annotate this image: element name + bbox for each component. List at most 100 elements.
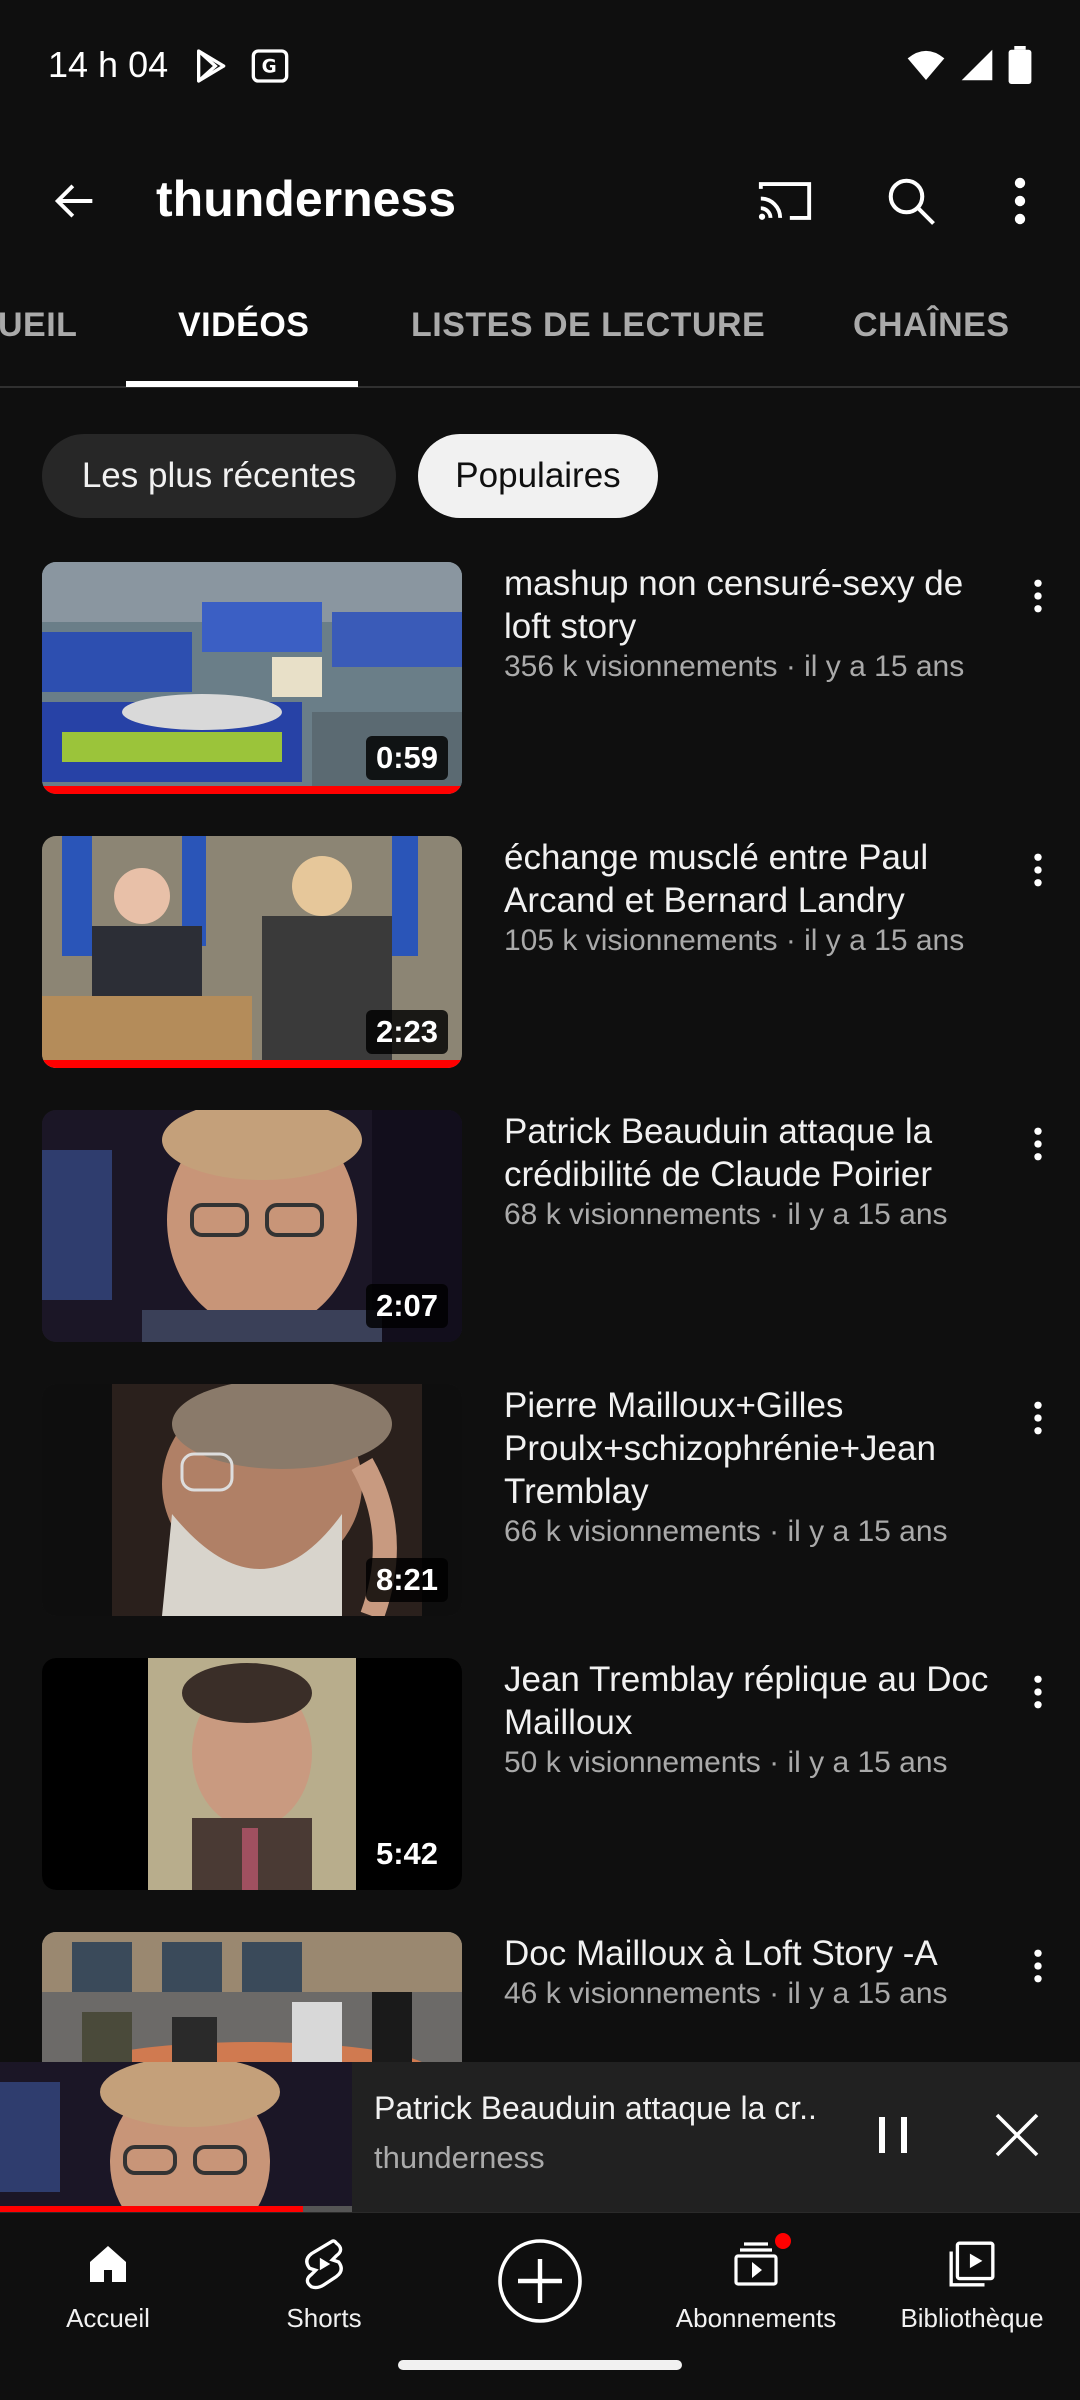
svg-text:G: G — [262, 57, 277, 78]
video-thumbnail[interactable]: 2:07 — [42, 1110, 462, 1342]
video-meta: 356 k visionnements · il y a 15 ans — [504, 650, 965, 683]
mini-player[interactable]: Patrick Beauduin attaque la cr.. thunder… — [0, 2062, 1080, 2212]
status-time: 14 h 04 — [48, 44, 169, 85]
nav-label-library: Bibliothèque — [900, 2303, 1044, 2333]
shorts-icon — [305, 2239, 343, 2290]
video-menu-button[interactable] — [1010, 1114, 1066, 1174]
nav-icon-wrapper — [496, 2231, 584, 2331]
video-menu-button[interactable] — [1010, 1936, 1066, 1996]
video-title[interactable]: Jean Tremblay réplique au Doc Mailloux — [504, 1658, 1004, 1744]
back-button[interactable] — [40, 166, 110, 236]
video-duration: 8:21 — [365, 1558, 448, 1602]
gesture-home-indicator[interactable] — [398, 2360, 682, 2370]
video-thumbnail[interactable]: 8:21 — [42, 1384, 462, 1616]
video-list-item[interactable]: 2:23 échange musclé entre Paul Arcand et… — [0, 836, 1080, 1076]
video-list-item[interactable]: 8:21 Pierre Mailloux+Gilles Proulx+schiz… — [0, 1384, 1080, 1624]
status-notification-icons: G — [192, 46, 290, 86]
video-menu-button[interactable] — [1010, 1388, 1066, 1448]
status-system-icons — [906, 46, 1032, 84]
status-bar: 14 h 04 G — [0, 0, 1080, 140]
video-duration: 5:42 — [365, 1832, 448, 1876]
library-icon — [949, 2241, 995, 2287]
nav-item-create[interactable] — [440, 2231, 640, 2351]
nav-label-subscriptions: Abonnements — [675, 2303, 837, 2333]
page-title: thunderness — [156, 171, 457, 227]
vertical-dots-icon — [1034, 1401, 1042, 1435]
cast-icon — [758, 182, 812, 220]
video-title[interactable]: échange musclé entre Paul Arcand et Bern… — [504, 836, 1004, 922]
arrow-left-icon — [54, 184, 93, 218]
video-thumbnail[interactable]: 2:23 — [42, 836, 462, 1068]
nav-item-home[interactable]: Accueil — [8, 2231, 208, 2351]
battery-icon — [1008, 46, 1032, 84]
mini-player-close-button[interactable] — [984, 2102, 1050, 2168]
search-icon — [888, 178, 935, 225]
filter-chip-recent[interactable]: Les plus récentes — [42, 434, 396, 518]
nav-icon-wrapper — [84, 2231, 132, 2297]
video-title[interactable]: mashup non censuré-sexy de loft story — [504, 562, 1004, 648]
video-menu-button[interactable] — [1010, 1662, 1066, 1722]
tab-accueil[interactable]: UEIL — [0, 306, 77, 345]
vertical-dots-icon — [1034, 1127, 1042, 1161]
tab-playlists[interactable]: LISTES DE LECTURE — [411, 306, 765, 345]
filter-chip-popular[interactable]: Populaires — [418, 434, 658, 518]
app-bar: thunderness — [0, 140, 1080, 260]
video-meta: 46 k visionnements · il y a 15 ans — [504, 1977, 948, 2010]
tab-videos[interactable]: VIDÉOS — [178, 306, 309, 345]
bottom-navigation: Accueil Shorts Abonnements Bibliothèque — [0, 2212, 1080, 2400]
video-meta: 68 k visionnements · il y a 15 ans — [504, 1198, 948, 1231]
video-title[interactable]: Patrick Beauduin attaque la crédibilité … — [504, 1110, 1004, 1196]
nav-item-shorts[interactable]: Shorts — [224, 2231, 424, 2351]
notification-badge — [773, 2231, 793, 2251]
vertical-dots-icon — [1034, 853, 1042, 887]
video-meta: 50 k visionnements · il y a 15 ans — [504, 1746, 948, 1779]
mini-player-image — [0, 2062, 352, 2212]
active-tab-indicator — [126, 381, 358, 387]
wifi-icon — [907, 50, 945, 80]
signal-icon — [961, 49, 993, 81]
video-list-item[interactable]: 5:42 Jean Tremblay réplique au Doc Maill… — [0, 1658, 1080, 1898]
nav-icon-wrapper — [947, 2231, 997, 2297]
nav-label-shorts: Shorts — [286, 2303, 362, 2333]
mini-player-pause-button[interactable] — [862, 2104, 924, 2166]
vertical-dots-icon — [1034, 1675, 1042, 1709]
channel-tabs: UEIL VIDÉOS LISTES DE LECTURE CHAÎNES — [0, 272, 1080, 388]
nav-item-library[interactable]: Bibliothèque — [872, 2231, 1072, 2351]
video-title[interactable]: Pierre Mailloux+Gilles Proulx+schizophré… — [504, 1384, 1004, 1513]
more-options-button[interactable] — [990, 166, 1050, 236]
nav-icon-wrapper — [731, 2231, 793, 2297]
home-icon — [90, 2246, 126, 2282]
video-list-item[interactable]: 2:07 Patrick Beauduin attaque la crédibi… — [0, 1110, 1080, 1350]
search-button[interactable] — [876, 166, 946, 236]
mini-player-title[interactable]: Patrick Beauduin attaque la cr.. — [374, 2090, 824, 2127]
mini-player-thumbnail[interactable] — [0, 2062, 352, 2212]
video-list-item[interactable]: 0:59 mashup non censuré-sexy de loft sto… — [0, 562, 1080, 802]
nav-item-subscriptions[interactable]: Abonnements — [656, 2231, 856, 2351]
video-duration: 0:59 — [365, 736, 448, 780]
vertical-dots-icon — [1014, 177, 1026, 225]
vertical-dots-icon — [1034, 1949, 1042, 1983]
video-duration: 2:07 — [365, 1284, 448, 1328]
video-meta: 105 k visionnements · il y a 15 ans — [504, 924, 965, 957]
translate-icon: G — [251, 49, 289, 83]
tab-channels[interactable]: CHAÎNES — [853, 306, 1010, 345]
watch-progress-bar — [42, 1060, 462, 1068]
close-icon — [995, 2113, 1039, 2157]
nav-icon-wrapper — [299, 2231, 349, 2297]
vertical-dots-icon — [1034, 579, 1042, 613]
video-menu-button[interactable] — [1010, 566, 1066, 626]
play-store-icon — [197, 49, 226, 83]
nav-label-home: Accueil — [66, 2303, 150, 2333]
video-menu-button[interactable] — [1010, 840, 1066, 900]
video-thumbnail[interactable]: 0:59 — [42, 562, 462, 794]
mini-player-channel[interactable]: thunderness — [374, 2140, 545, 2176]
cast-button[interactable] — [750, 166, 820, 236]
watch-progress-bar — [42, 786, 462, 794]
video-duration: 2:23 — [365, 1010, 448, 1054]
video-title[interactable]: Doc Mailloux à Loft Story -A — [504, 1932, 1004, 1975]
video-thumbnail[interactable]: 5:42 — [42, 1658, 462, 1890]
video-meta: 66 k visionnements · il y a 15 ans — [504, 1515, 948, 1548]
pause-icon — [879, 2117, 907, 2153]
subscriptions-icon — [734, 2242, 778, 2286]
create-plus-icon — [498, 2239, 582, 2323]
